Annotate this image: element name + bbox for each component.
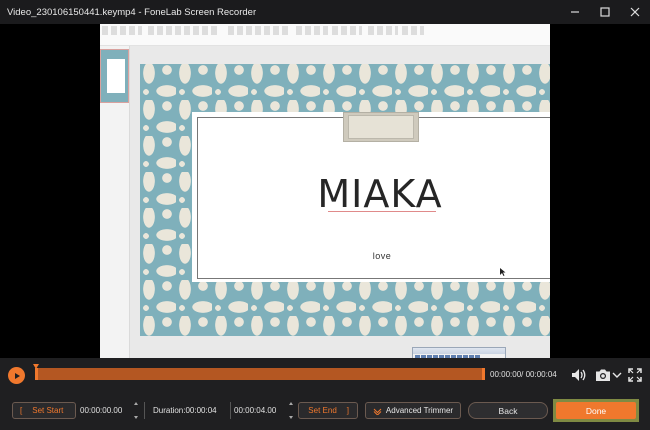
set-start-label: Set Start (32, 406, 64, 415)
advanced-trimmer-label: Advanced Trimmer (385, 406, 454, 415)
advanced-trimmer-button[interactable]: Advanced Trimmer (365, 402, 461, 419)
minimize-icon (571, 11, 579, 13)
set-end-bracket: ] (346, 406, 349, 415)
trimmer-icon (373, 408, 382, 415)
end-time-stepper[interactable] (287, 402, 295, 419)
video-preview[interactable]: MIAKA love (0, 24, 650, 358)
start-time-stepper[interactable] (132, 402, 140, 419)
slide-title: MIAKA (317, 172, 443, 216)
minimize-button[interactable] (560, 0, 590, 24)
recorded-screen: MIAKA love (100, 24, 550, 358)
edit-bar: [ Set Start 00:00:00.00 Duration:00:00:0… (0, 394, 650, 430)
slide-workarea: MIAKA love (100, 46, 550, 358)
duration-readout: Duration:00:00:04 (153, 406, 217, 415)
close-icon (630, 7, 640, 17)
timeline-bar: 00:00:00/ 00:00:04 (0, 358, 650, 394)
timeline-track[interactable] (33, 364, 485, 380)
slide-thumbnail (100, 49, 129, 103)
done-highlight: Done (553, 399, 639, 422)
play-button[interactable] (8, 367, 25, 384)
slide-subtitle: love (372, 251, 392, 261)
set-end-button[interactable]: Set End ] (298, 402, 358, 419)
set-start-button[interactable]: [ Set Start (12, 402, 76, 419)
maximize-icon (600, 7, 610, 17)
divider (230, 402, 231, 419)
timecode: 00:00:00/ 00:00:04 (490, 370, 557, 379)
window-controls (560, 0, 650, 24)
recorded-ribbon (100, 24, 550, 46)
camera-icon[interactable] (595, 367, 611, 383)
spellcheck-underline (328, 211, 436, 212)
divider (144, 402, 145, 419)
mouse-cursor-icon (500, 268, 506, 276)
slide-tab (343, 112, 419, 142)
start-time-field[interactable]: 00:00:00.00 (80, 402, 122, 419)
set-start-bracket: [ (20, 406, 23, 415)
chevron-down-icon[interactable] (612, 370, 622, 380)
done-button[interactable]: Done (556, 402, 636, 419)
back-button[interactable]: Back (468, 402, 548, 419)
floating-toolbar (412, 347, 506, 358)
window-title: Video_230106150441.keymp4 - FoneLab Scre… (7, 6, 257, 18)
trim-end-handle[interactable] (482, 364, 485, 384)
title-bar: Video_230106150441.keymp4 - FoneLab Scre… (0, 0, 650, 24)
volume-icon[interactable] (571, 367, 587, 383)
end-time-field[interactable]: 00:00:04.00 (234, 402, 276, 419)
trim-start-handle[interactable] (33, 364, 39, 384)
play-icon (14, 372, 20, 379)
maximize-button[interactable] (590, 0, 620, 24)
slide-thumbnail-pane (100, 46, 130, 358)
slide-canvas: MIAKA love (140, 64, 550, 336)
set-end-label: Set End (308, 406, 337, 415)
close-button[interactable] (620, 0, 650, 24)
fullscreen-icon[interactable] (628, 368, 642, 382)
